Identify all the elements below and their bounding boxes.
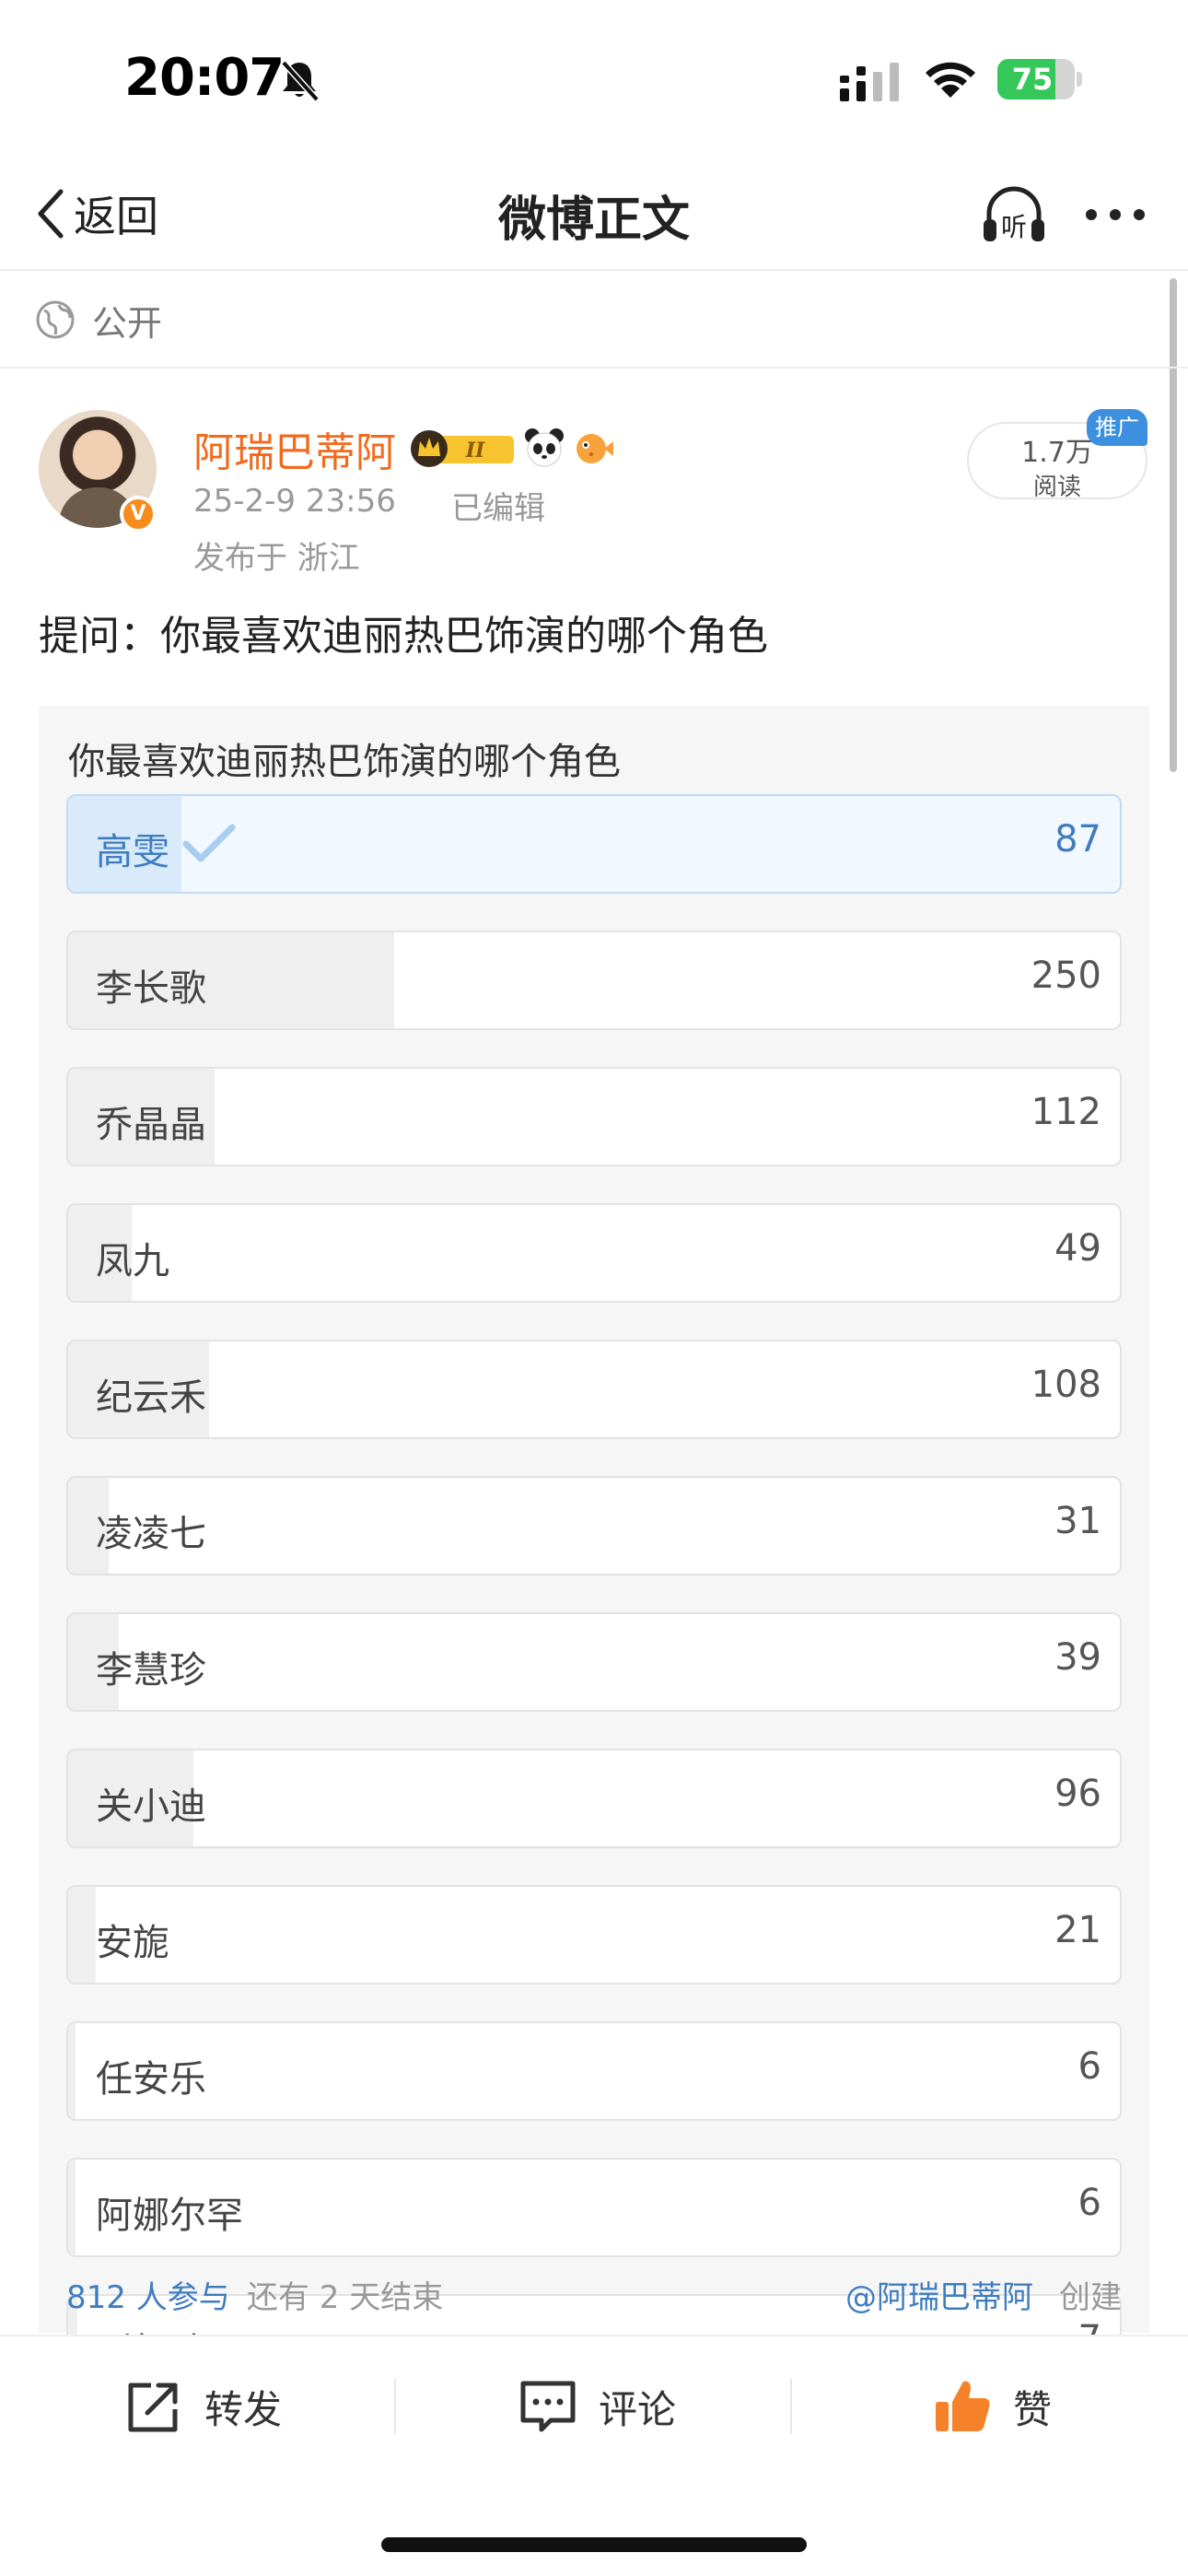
poll-option-count: 96 <box>1054 1773 1101 1815</box>
poll-option[interactable]: 高雯 87 <box>66 794 1122 894</box>
comment-button[interactable]: 评论 <box>518 2336 676 2476</box>
listen-label: 听 <box>1001 212 1027 242</box>
poll-option-label: 安旎 <box>96 1922 169 1964</box>
poll-card: 你最喜欢迪丽热巴饰演的哪个角色 高雯 87 李长歌 250 乔晶晶 112 凤九 49 纪云禾 1… <box>39 706 1149 2394</box>
bell-off-icon <box>281 60 320 102</box>
poll-option[interactable]: 阿娜尔罕 6 <box>66 2158 1122 2257</box>
more-icon[interactable] <box>1083 193 1147 236</box>
globe-icon <box>36 300 75 339</box>
poll-option[interactable]: 凤九 49 <box>66 1203 1122 1303</box>
poll-option-count: 112 <box>1031 1091 1101 1133</box>
toolbar-divider <box>790 2379 792 2434</box>
headphones-listen-icon[interactable]: 听 <box>980 181 1048 249</box>
back-label: 返回 <box>74 192 158 241</box>
level-badge-text: II <box>465 439 485 463</box>
like-button[interactable]: 赞 <box>932 2336 1052 2476</box>
poll-option-label: 李长歌 <box>96 967 206 1010</box>
toolbar-divider <box>394 2379 396 2434</box>
post-text: 提问：你最喜欢迪丽热巴饰演的哪个角色 <box>39 613 768 660</box>
poll-footer: 812 人参与 还有 2 天结束 @阿瑞巴蒂阿 创建 <box>66 2272 1122 2318</box>
poll-option-bar <box>68 1887 96 1983</box>
signal-icon <box>840 63 899 101</box>
poll-participants: 812 人参与 <box>66 2279 230 2316</box>
poll-option-count: 87 <box>1054 818 1101 861</box>
chevron-left-icon <box>38 189 64 239</box>
post-time: 25-2-9 23:56 <box>193 483 396 520</box>
bottom-toolbar: 转发 评论 赞 <box>0 2335 1188 2475</box>
panda-icon <box>525 428 564 467</box>
poll-option-label: 纪云禾 <box>96 1376 206 1419</box>
poll-option[interactable]: 任安乐 6 <box>66 2021 1122 2121</box>
views-label: 阅读 <box>1032 474 1081 501</box>
poll-option[interactable]: 李长歌 250 <box>66 931 1122 1030</box>
battery-level-text: 75 <box>1011 62 1054 97</box>
poll-creator-link[interactable]: @阿瑞巴蒂阿 <box>845 2272 1033 2317</box>
poll-remaining: 还有 2 天结束 <box>247 2279 444 2316</box>
status-bar: 20:07 75 <box>0 0 1188 157</box>
share-icon <box>128 2383 178 2432</box>
home-indicator <box>381 2537 807 2552</box>
poll-option-count: 6 <box>1077 2045 1101 2088</box>
poll-option-label: 凌凌七 <box>96 1513 206 1555</box>
poll-option[interactable]: 李慧珍 39 <box>66 1612 1122 1712</box>
checkmark-icon <box>182 824 236 862</box>
back-button[interactable]: 返回 <box>33 179 158 249</box>
verified-badge: V <box>120 496 157 533</box>
nav-bar: 微博正文 返回 听 <box>0 157 1188 271</box>
poll-option-count: 250 <box>1031 954 1101 997</box>
thumbs-up-icon <box>936 2381 990 2431</box>
poll-option-count: 108 <box>1031 1364 1101 1406</box>
crown-level-badge-icon: II <box>411 430 514 467</box>
poll-title: 你最喜欢迪丽热巴饰演的哪个角色 <box>68 741 621 783</box>
author-name[interactable]: 阿瑞巴蒂阿 <box>193 419 396 478</box>
post-location: 发布于 浙江 <box>193 540 360 577</box>
like-label: 赞 <box>1013 2386 1053 2432</box>
comment-label: 评论 <box>599 2386 677 2432</box>
poll-created-label: 创建 <box>1059 2279 1122 2316</box>
poll-option[interactable]: 关小迪 96 <box>66 1749 1122 1848</box>
author-badges: II <box>409 426 615 470</box>
poll-option-bar <box>68 2023 76 2119</box>
visibility-row: 公开 <box>0 273 1188 369</box>
poll-option-count: 31 <box>1054 1500 1101 1542</box>
poll-option-label: 凤九 <box>96 1240 169 1282</box>
poll-option-label: 任安乐 <box>96 2058 206 2101</box>
poll-option-label: 乔晶晶 <box>96 1104 206 1146</box>
poll-option[interactable]: 纪云禾 108 <box>66 1340 1122 1439</box>
pufferfish-icon <box>577 434 613 463</box>
poll-option-count: 21 <box>1054 1909 1101 1951</box>
poll-option-count: 49 <box>1054 1227 1101 1270</box>
comment-icon <box>520 2381 576 2432</box>
battery-charging-icon: 75 <box>997 59 1082 100</box>
poll-option-label: 李慧珍 <box>96 1649 206 1692</box>
promo-tag[interactable]: 推广 <box>1087 409 1147 446</box>
poll-option-label: 阿娜尔罕 <box>96 2195 243 2237</box>
poll-option[interactable]: 安旎 21 <box>66 1885 1122 1985</box>
repost-label: 转发 <box>204 2386 283 2432</box>
poll-option-label: 关小迪 <box>96 1786 206 1828</box>
visibility-label: 公开 <box>92 302 163 344</box>
poll-option[interactable]: 凌凌七 31 <box>66 1476 1122 1575</box>
poll-option-count: 6 <box>1077 2182 1101 2224</box>
wifi-icon <box>926 62 975 98</box>
poll-option[interactable]: 乔晶晶 112 <box>66 1067 1122 1166</box>
status-time: 20:07 <box>124 48 285 108</box>
edited-label[interactable]: 已编辑 <box>451 483 545 528</box>
poll-option-count: 39 <box>1054 1636 1101 1679</box>
poll-option-label: 高雯 <box>96 831 169 873</box>
poll-option-bar <box>68 2160 76 2255</box>
repost-button[interactable]: 转发 <box>123 2336 282 2476</box>
